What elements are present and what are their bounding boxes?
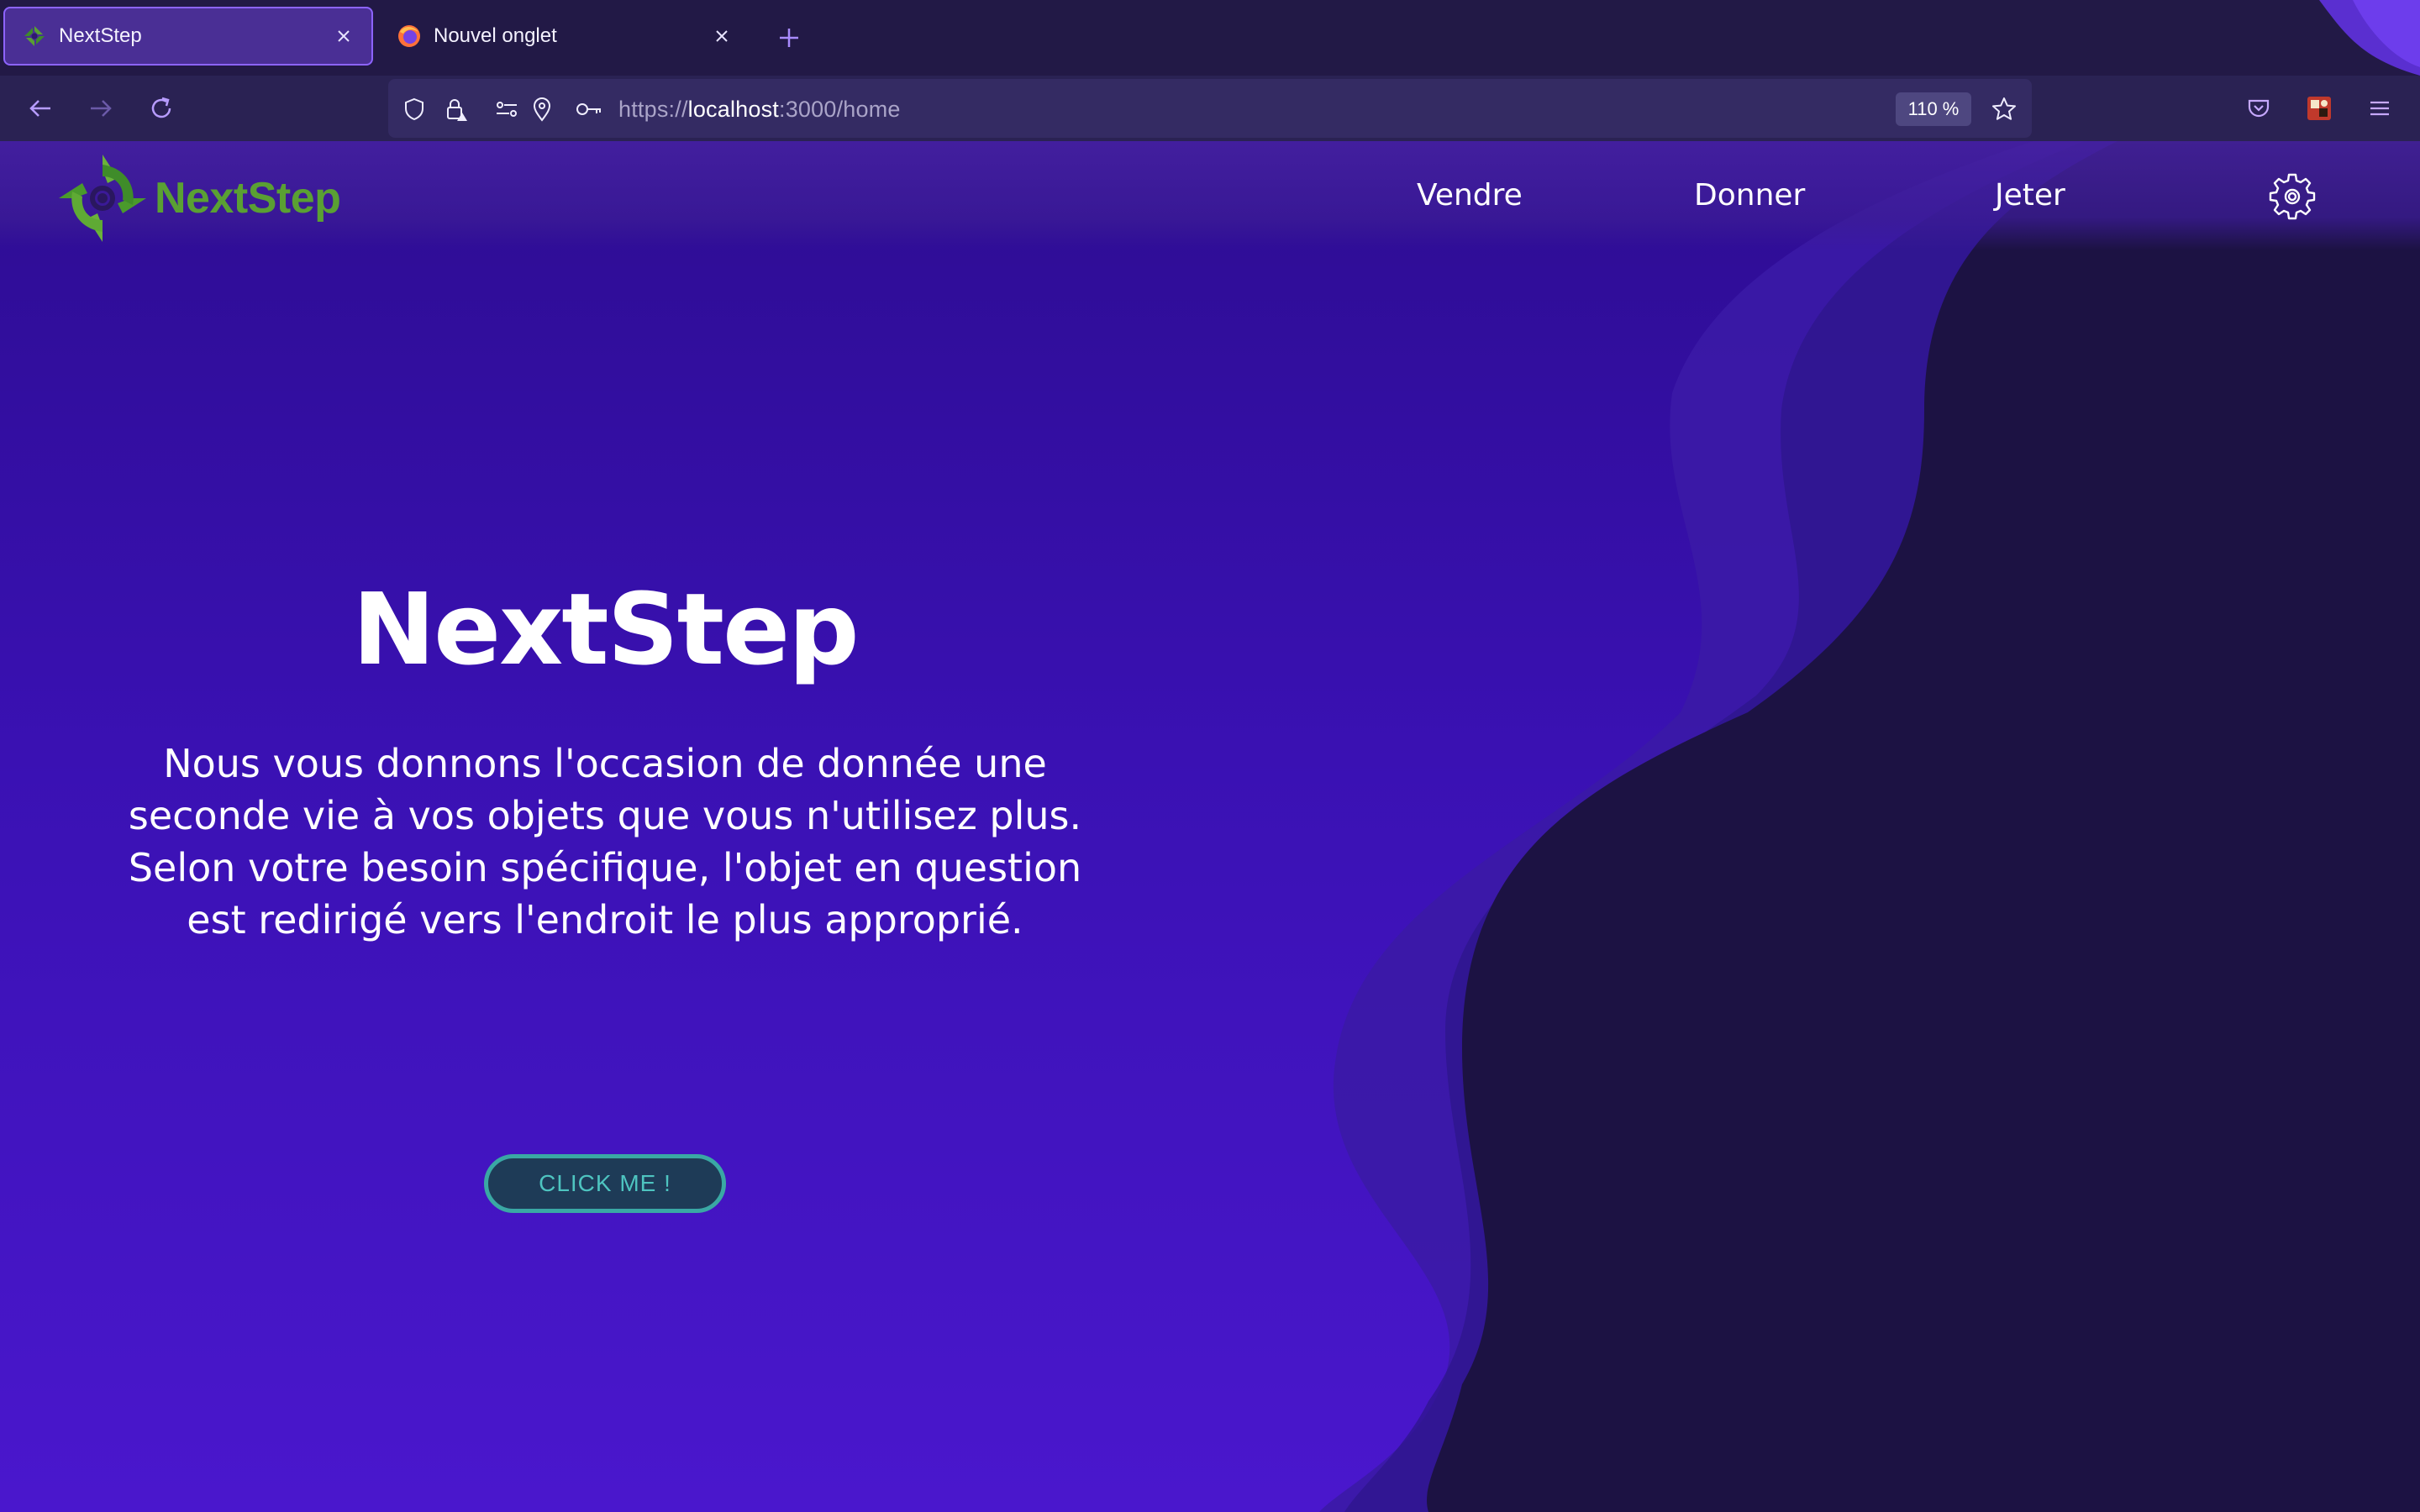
brand-name: NextStep — [155, 174, 341, 223]
key-icon[interactable] — [575, 95, 603, 123]
browser-tabbar: NextStep Nouvel onglet — [0, 0, 2420, 76]
close-icon[interactable] — [329, 22, 358, 50]
pocket-button[interactable] — [2240, 90, 2277, 127]
lock-warning-icon[interactable] — [442, 95, 471, 123]
tab-title: NextStep — [59, 24, 142, 47]
url-host: localhost — [687, 97, 780, 122]
tab-nextstep[interactable]: NextStep — [3, 7, 373, 66]
zoom-level-badge[interactable]: 110 % — [1896, 92, 1971, 126]
hero-title: NextStep — [352, 571, 859, 687]
nav-link-jeter[interactable]: Jeter — [1995, 178, 2065, 213]
cta-button[interactable]: CLICK ME ! — [484, 1154, 726, 1213]
close-icon[interactable] — [708, 22, 736, 50]
back-button[interactable] — [22, 90, 59, 127]
tab-title: Nouvel onglet — [434, 24, 557, 47]
menu-button[interactable] — [2361, 90, 2398, 127]
nextstep-logo-icon — [59, 155, 146, 242]
firefox-icon — [397, 24, 422, 49]
plus-icon — [780, 29, 798, 47]
url-path: :3000/home — [779, 97, 901, 122]
tabbar-decoration — [2319, 0, 2420, 76]
shield-icon[interactable] — [400, 95, 429, 123]
hamburger-menu-icon — [2370, 101, 2389, 116]
settings-button[interactable] — [2265, 170, 2319, 223]
reload-button[interactable] — [143, 90, 180, 127]
gear-icon — [2269, 173, 2316, 220]
reload-icon — [151, 97, 171, 118]
browser-navbar: https://localhost:3000/home 110 % — [0, 76, 2420, 141]
url-text[interactable]: https://localhost:3000/home — [618, 97, 901, 123]
hero-description: Nous vous donnons l'occasion de donnée u… — [128, 741, 1082, 942]
arrow-left-icon — [29, 100, 50, 117]
extension-button[interactable] — [2301, 90, 2338, 127]
nav-link-donner[interactable]: Donner — [1694, 178, 1805, 213]
extension-icon — [2307, 97, 2331, 120]
new-tab-button[interactable] — [773, 22, 805, 54]
nextstep-logo-icon — [22, 24, 47, 49]
url-scheme: https:// — [618, 97, 688, 122]
permissions-icon[interactable] — [492, 95, 521, 123]
forward-button[interactable] — [82, 90, 119, 127]
arrow-right-icon — [91, 100, 112, 117]
tab-new-tab[interactable]: Nouvel onglet — [380, 7, 750, 66]
page-viewport: NextStep Vendre Donner Jeter NextStep No… — [0, 141, 2420, 1512]
location-icon[interactable] — [528, 95, 556, 123]
site-header: NextStep Vendre Donner Jeter — [0, 141, 2420, 250]
site-logo[interactable]: NextStep — [55, 151, 341, 245]
nav-link-vendre[interactable]: Vendre — [1417, 178, 1523, 213]
pocket-icon — [2248, 99, 2270, 118]
star-icon[interactable] — [1990, 95, 2018, 123]
url-bar[interactable]: https://localhost:3000/home 110 % — [388, 79, 2032, 138]
